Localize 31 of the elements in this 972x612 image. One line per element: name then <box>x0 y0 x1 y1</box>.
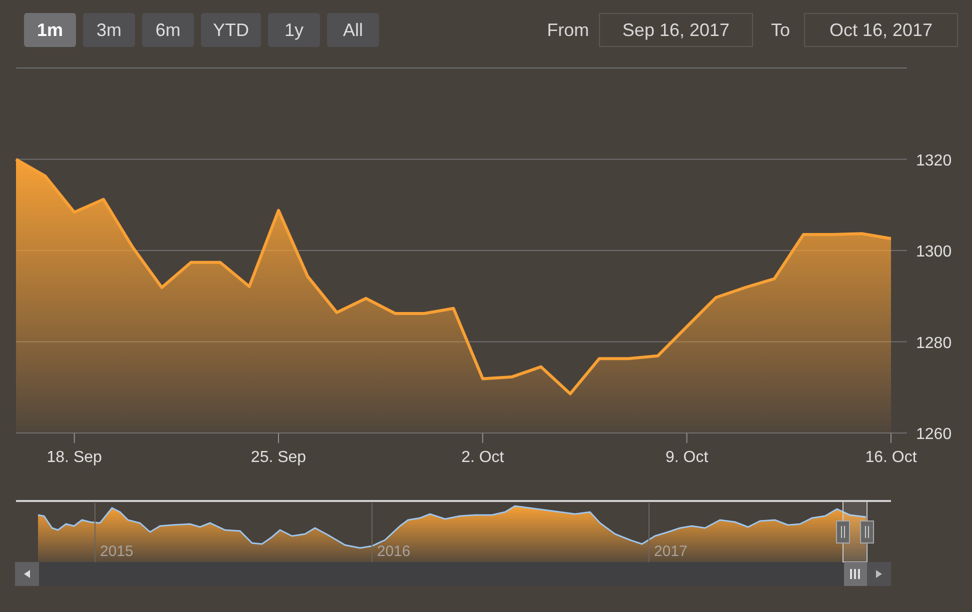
x-axis-tick <box>74 432 75 444</box>
from-date-field[interactable]: Sep 16, 2017 <box>598 13 753 47</box>
range-button[interactable]: 6m <box>142 13 194 47</box>
range-button[interactable]: 3m <box>83 13 135 47</box>
year-label: 2016 <box>377 543 410 560</box>
scrollbar-thumb[interactable] <box>844 562 867 586</box>
year-label: 2017 <box>654 543 688 560</box>
year-label: 2015 <box>100 543 134 560</box>
x-axis-tick <box>482 432 484 444</box>
y-axis-label: 1300 <box>916 244 952 260</box>
y-axis-label: 1260 <box>916 426 952 443</box>
range-button[interactable]: YTD <box>201 13 261 47</box>
y-axis-label: 1320 <box>916 152 952 170</box>
x-axis-label: 2. Oct <box>461 449 504 466</box>
range-selector[interactable] <box>836 500 874 562</box>
x-axis-tick <box>686 432 688 444</box>
x-axis-label: 9. Oct <box>666 449 708 466</box>
x-axis-tick <box>890 432 892 444</box>
x-axis-tick <box>278 432 279 444</box>
range-button[interactable]: All <box>327 13 379 47</box>
x-axis-label: 25. Sep <box>250 449 306 466</box>
scroll-right-button[interactable] <box>867 562 891 586</box>
range-button[interactable]: 1y <box>268 13 320 47</box>
x-axis-label: 18. Sep <box>46 449 102 466</box>
range-button[interactable]: 1m <box>24 13 76 47</box>
scroll-left-button[interactable] <box>15 562 39 586</box>
x-axis-label: 16. Oct <box>865 449 917 466</box>
to-date-field[interactable]: Oct 16, 2017 <box>804 13 958 47</box>
to-label: To <box>770 18 790 42</box>
y-axis-label: 1280 <box>916 334 952 352</box>
from-label: From <box>546 18 589 42</box>
